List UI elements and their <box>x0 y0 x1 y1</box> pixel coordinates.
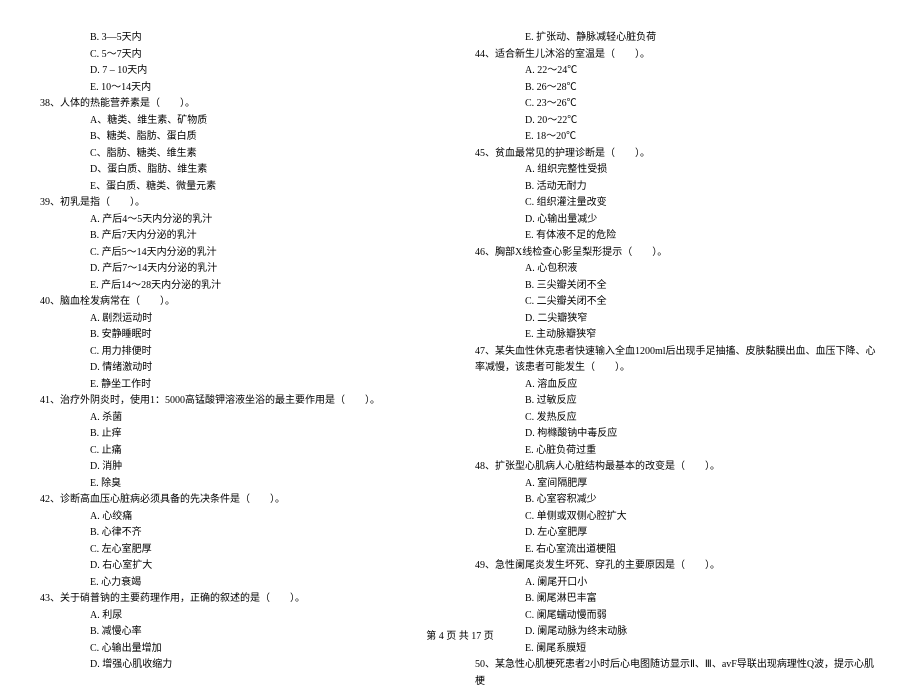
question-item: 45、贫血最常见的护理诊断是（ ）。A. 组织完整性受损B. 活动无耐力C. 组… <box>475 146 880 245</box>
option-item: D、蛋白质、脂肪、维生素 <box>40 162 445 179</box>
pre-options-left: B. 3—5天内C. 5～7天内D. 7 – 10天内E. 10～14天内 <box>40 30 445 96</box>
question-title: 49、急性阑尾炎发生坏死、穿孔的主要原因是（ ）。 <box>475 558 880 575</box>
option-item: E. 心脏负荷过重 <box>475 443 880 460</box>
option-item: E. 18～20℃ <box>475 129 880 146</box>
option-item: C. 产后5～14天内分泌的乳汁 <box>40 245 445 262</box>
option-item: D. 二尖瓣狭窄 <box>475 311 880 328</box>
option-item: B. 过敏反应 <box>475 393 880 410</box>
option-item: E. 心力衰竭 <box>40 575 445 592</box>
option-item: B. 3—5天内 <box>40 30 445 47</box>
question-item: 40、脑血栓发病常在（ ）。A. 剧烈运动时B. 安静睡眠时C. 用力排便时D.… <box>40 294 445 393</box>
option-item: E. 静坐工作时 <box>40 377 445 394</box>
option-item: B. 26～28℃ <box>475 80 880 97</box>
option-item: B. 安静睡眠时 <box>40 327 445 344</box>
question-item: 48、扩张型心肌病人心脏结构最基本的改变是（ ）。A. 室间隔肥厚B. 心室容积… <box>475 459 880 558</box>
option-item: E. 扩张动、静脉减轻心脏负荷 <box>475 30 880 47</box>
question-item: 44、适合新生儿沐浴的室温是（ ）。A. 22～24℃B. 26～28℃C. 2… <box>475 47 880 146</box>
option-item: D. 左心室肥厚 <box>475 525 880 542</box>
option-item: C. 发热反应 <box>475 410 880 427</box>
option-item: A. 阑尾开口小 <box>475 575 880 592</box>
questions-right: 44、适合新生儿沐浴的室温是（ ）。A. 22～24℃B. 26～28℃C. 2… <box>475 47 880 690</box>
option-item: C. 5～7天内 <box>40 47 445 64</box>
option-item: B. 心室容积减少 <box>475 492 880 509</box>
option-item: C. 左心室肥厚 <box>40 542 445 559</box>
question-item: 39、初乳是指（ ）。A. 产后4～5天内分泌的乳汁B. 产后7天内分泌的乳汁C… <box>40 195 445 294</box>
option-item: A. 杀菌 <box>40 410 445 427</box>
left-column: B. 3—5天内C. 5～7天内D. 7 – 10天内E. 10～14天内 38… <box>40 30 445 610</box>
option-item: A、糖类、维生素、矿物质 <box>40 113 445 130</box>
question-item: 41、治疗外阴炎时，使用1：5000高锰酸钾溶液坐浴的最主要作用是（ ）。A. … <box>40 393 445 492</box>
question-title: 39、初乳是指（ ）。 <box>40 195 445 212</box>
option-item: E. 主动脉瓣狭窄 <box>475 327 880 344</box>
option-item: C. 阑尾蠕动慢而弱 <box>475 608 880 625</box>
option-item: E. 右心室流出道梗阻 <box>475 542 880 559</box>
option-item: C. 心输出量增加 <box>40 641 445 658</box>
option-item: D. 心输出量减少 <box>475 212 880 229</box>
option-item: A. 利尿 <box>40 608 445 625</box>
option-item: E、蛋白质、糖类、微量元素 <box>40 179 445 196</box>
option-item: A. 22～24℃ <box>475 63 880 80</box>
option-item: C、脂肪、糖类、维生素 <box>40 146 445 163</box>
option-item: D. 右心室扩大 <box>40 558 445 575</box>
question-title: 50、某急性心肌梗死患者2小时后心电图随访显示Ⅱ、Ⅲ、avF导联出现病理性Q波，… <box>475 657 880 690</box>
question-item: 49、急性阑尾炎发生坏死、穿孔的主要原因是（ ）。A. 阑尾开口小B. 阑尾淋巴… <box>475 558 880 657</box>
question-title: 45、贫血最常见的护理诊断是（ ）。 <box>475 146 880 163</box>
option-item: B. 止痒 <box>40 426 445 443</box>
question-title: 44、适合新生儿沐浴的室温是（ ）。 <box>475 47 880 64</box>
question-item: 46、胸部X线检查心影呈梨形提示（ ）。A. 心包积液B. 三尖瓣关闭不全C. … <box>475 245 880 344</box>
option-item: A. 组织完整性受损 <box>475 162 880 179</box>
option-item: E. 产后14～28天内分泌的乳汁 <box>40 278 445 295</box>
option-item: A. 溶血反应 <box>475 377 880 394</box>
option-item: D. 产后7～14天内分泌的乳汁 <box>40 261 445 278</box>
option-item: C. 组织灌注量改变 <box>475 195 880 212</box>
option-item: B. 阑尾淋巴丰富 <box>475 591 880 608</box>
option-item: B、糖类、脂肪、蛋白质 <box>40 129 445 146</box>
option-item: D. 7 – 10天内 <box>40 63 445 80</box>
question-title: 40、脑血栓发病常在（ ）。 <box>40 294 445 311</box>
question-item: 47、某失血性休克患者快速输入全血1200ml后出现手足抽搐、皮肤黏膜出血、血压… <box>475 344 880 460</box>
option-item: C. 用力排便时 <box>40 344 445 361</box>
option-item: C. 23～26℃ <box>475 96 880 113</box>
option-item: A. 心绞痛 <box>40 509 445 526</box>
option-item: D. 增强心肌收缩力 <box>40 657 445 674</box>
questions-left: 38、人体的热能营养素是（ ）。A、糖类、维生素、矿物质B、糖类、脂肪、蛋白质C… <box>40 96 445 674</box>
pre-options-right: E. 扩张动、静脉减轻心脏负荷 <box>475 30 880 47</box>
option-item: A. 产后4～5天内分泌的乳汁 <box>40 212 445 229</box>
question-item: 50、某急性心肌梗死患者2小时后心电图随访显示Ⅱ、Ⅲ、avF导联出现病理性Q波，… <box>475 657 880 690</box>
option-item: D. 枸橼酸钠中毒反应 <box>475 426 880 443</box>
option-item: A. 剧烈运动时 <box>40 311 445 328</box>
page-footer: 第 4 页 共 17 页 <box>0 627 920 642</box>
option-item: E. 有体液不足的危险 <box>475 228 880 245</box>
option-item: A. 心包积液 <box>475 261 880 278</box>
question-title: 48、扩张型心肌病人心脏结构最基本的改变是（ ）。 <box>475 459 880 476</box>
question-title: 42、诊断高血压心脏病必须具备的先决条件是（ ）。 <box>40 492 445 509</box>
right-column: E. 扩张动、静脉减轻心脏负荷 44、适合新生儿沐浴的室温是（ ）。A. 22～… <box>475 30 880 610</box>
option-item: D. 消肿 <box>40 459 445 476</box>
option-item: C. 单侧或双侧心腔扩大 <box>475 509 880 526</box>
question-item: 38、人体的热能营养素是（ ）。A、糖类、维生素、矿物质B、糖类、脂肪、蛋白质C… <box>40 96 445 195</box>
option-item: E. 除臭 <box>40 476 445 493</box>
question-title: 43、关于硝普钠的主要药理作用，正确的叙述的是（ ）。 <box>40 591 445 608</box>
option-item: D. 情绪激动时 <box>40 360 445 377</box>
option-item: E. 10～14天内 <box>40 80 445 97</box>
option-item: C. 止痛 <box>40 443 445 460</box>
option-item: B. 心律不齐 <box>40 525 445 542</box>
option-item: B. 产后7天内分泌的乳汁 <box>40 228 445 245</box>
option-item: C. 二尖瓣关闭不全 <box>475 294 880 311</box>
question-title: 38、人体的热能营养素是（ ）。 <box>40 96 445 113</box>
question-item: 42、诊断高血压心脏病必须具备的先决条件是（ ）。A. 心绞痛B. 心律不齐C.… <box>40 492 445 591</box>
question-title: 41、治疗外阴炎时，使用1：5000高锰酸钾溶液坐浴的最主要作用是（ ）。 <box>40 393 445 410</box>
option-item: D. 20～22℃ <box>475 113 880 130</box>
option-item: B. 三尖瓣关闭不全 <box>475 278 880 295</box>
option-item: A. 室间隔肥厚 <box>475 476 880 493</box>
document-content: B. 3—5天内C. 5～7天内D. 7 – 10天内E. 10～14天内 38… <box>40 30 880 610</box>
question-title: 46、胸部X线检查心影呈梨形提示（ ）。 <box>475 245 880 262</box>
question-title: 47、某失血性休克患者快速输入全血1200ml后出现手足抽搐、皮肤黏膜出血、血压… <box>475 344 880 377</box>
option-item: B. 活动无耐力 <box>475 179 880 196</box>
option-item: E. 阑尾系膜短 <box>475 641 880 658</box>
